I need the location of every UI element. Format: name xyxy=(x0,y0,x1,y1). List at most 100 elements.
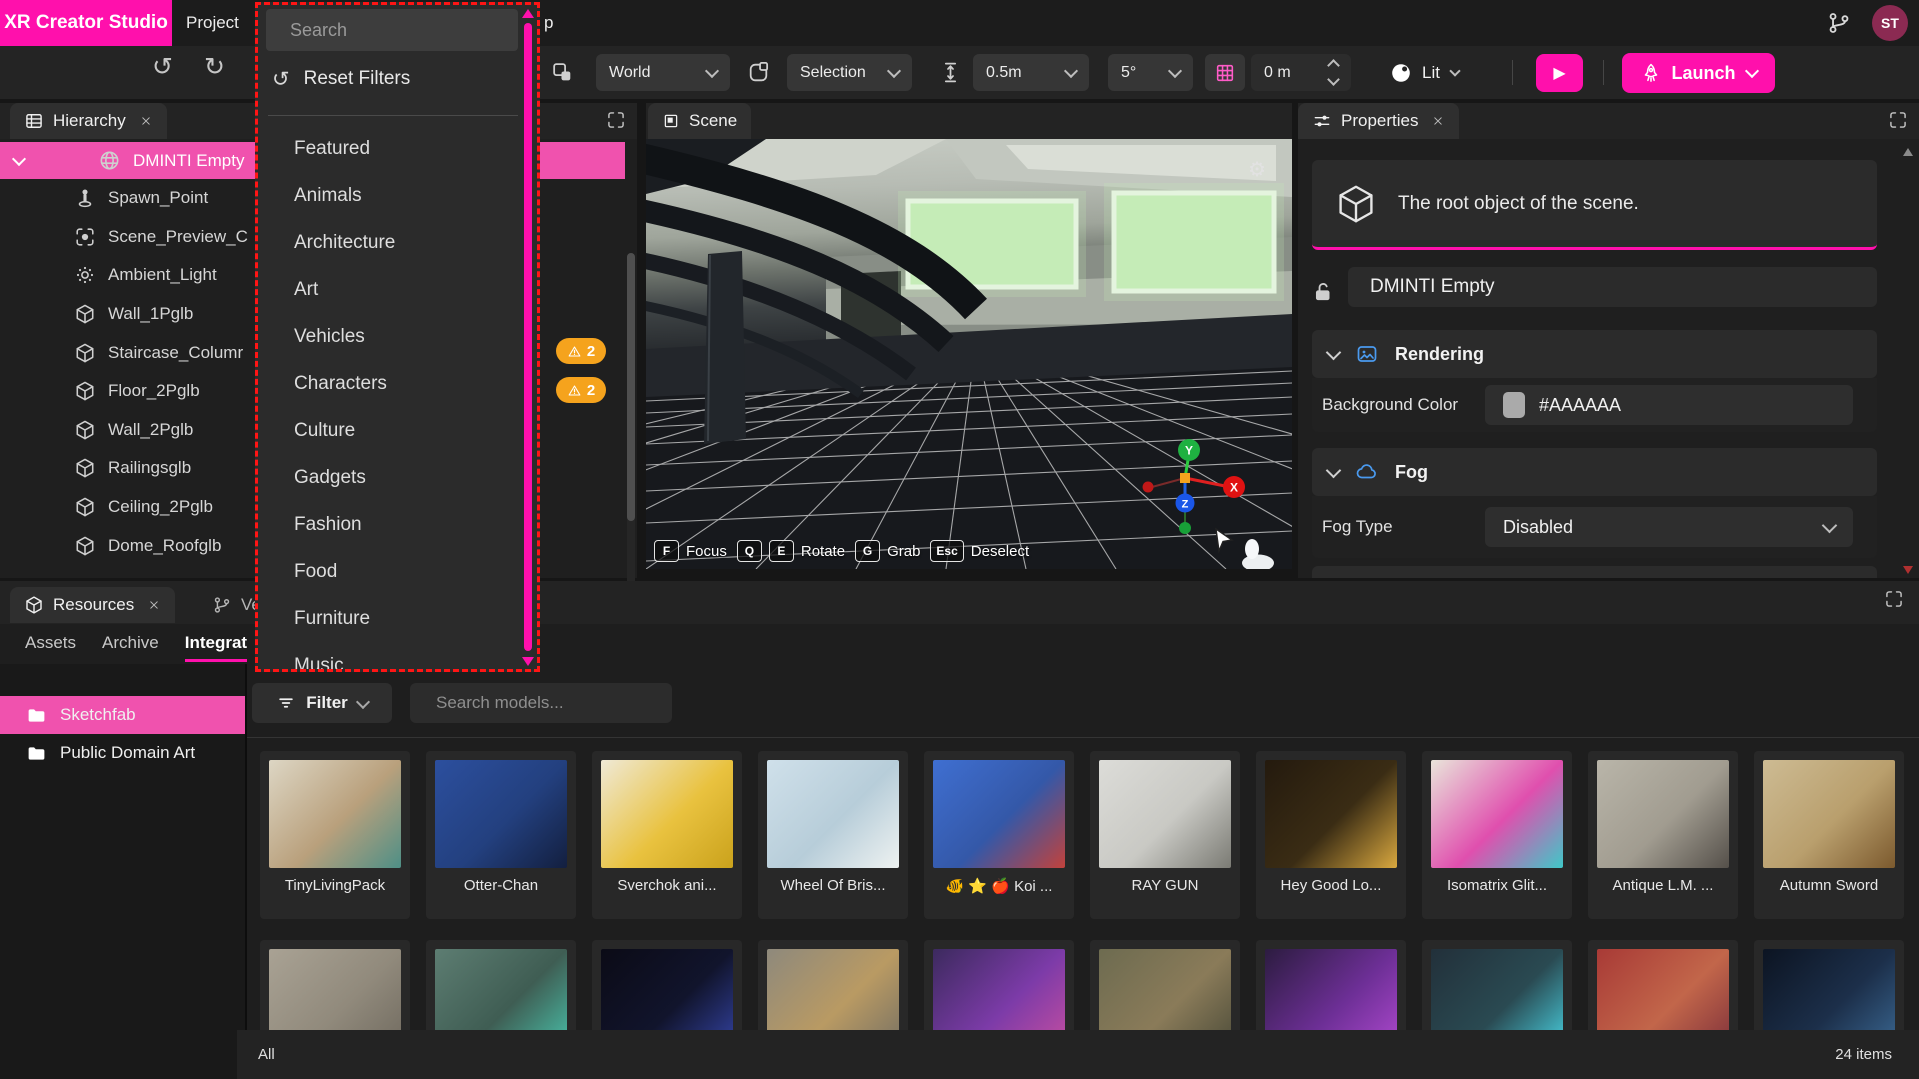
model-card[interactable]: RAY GUN xyxy=(1090,751,1240,919)
resources-subtab[interactable]: Archive xyxy=(102,633,159,662)
grid-height-stepper[interactable]: 0 m xyxy=(1251,54,1351,91)
model-card[interactable] xyxy=(758,940,908,1030)
section-fog[interactable]: Fog xyxy=(1312,448,1877,496)
resources-subtab[interactable]: Integrat xyxy=(185,633,247,662)
transform-space-dropdown[interactable]: World xyxy=(596,54,730,91)
move-snap-dropdown[interactable]: 0.5m xyxy=(973,54,1089,91)
category-item[interactable]: Furniture xyxy=(294,595,395,642)
category-search[interactable] xyxy=(266,9,518,51)
fullscreen-icon[interactable] xyxy=(1884,589,1904,609)
next-section-partial xyxy=(1312,566,1877,578)
model-card[interactable]: Autumn Sword xyxy=(1754,751,1904,919)
tab-scene[interactable]: Scene xyxy=(648,103,751,139)
tab-resources[interactable]: Resources xyxy=(10,587,175,623)
chevron-down-icon[interactable] xyxy=(12,151,26,165)
model-card[interactable] xyxy=(426,940,576,1030)
shortcut-hint: QERotate xyxy=(737,540,845,562)
filter-button[interactable]: Filter xyxy=(252,683,392,723)
category-item[interactable]: Animals xyxy=(294,172,395,219)
launch-button[interactable]: Launch xyxy=(1622,53,1775,93)
menu-project[interactable]: Project xyxy=(186,0,239,46)
scrollbar-down-arrow[interactable] xyxy=(522,657,534,666)
undo-button[interactable]: ↺ xyxy=(152,55,173,80)
fullscreen-icon[interactable] xyxy=(606,110,626,130)
background-color-field[interactable]: #AAAAAA xyxy=(1485,385,1853,425)
category-item[interactable]: Architecture xyxy=(294,219,395,266)
version-branch-icon[interactable] xyxy=(1826,10,1852,36)
model-card[interactable]: Isomatrix Glit... xyxy=(1422,751,1572,919)
lit-sphere-icon xyxy=(1389,61,1413,85)
reset-filters-button[interactable]: ↺ Reset Filters xyxy=(272,61,410,97)
stepper-arrows[interactable] xyxy=(1329,61,1338,84)
category-item[interactable]: Fashion xyxy=(294,501,395,548)
model-card[interactable]: Wheel Of Bris... xyxy=(758,751,908,919)
menu-item-partial[interactable]: p xyxy=(544,0,553,46)
filter-scope-label[interactable]: All xyxy=(258,1030,275,1079)
gizmo-center-handle[interactable] xyxy=(1180,473,1190,483)
model-card[interactable]: Sverchok ani... xyxy=(592,751,742,919)
category-item[interactable]: Gadgets xyxy=(294,454,395,501)
category-item[interactable]: Vehicles xyxy=(294,313,395,360)
category-search-input[interactable] xyxy=(288,19,524,42)
section-rendering[interactable]: Rendering xyxy=(1312,330,1877,378)
category-item[interactable]: Culture xyxy=(294,407,395,454)
close-icon[interactable] xyxy=(139,114,153,128)
viewport-settings-gear-icon[interactable]: ⚙ xyxy=(1248,157,1266,182)
shading-mode-dropdown[interactable]: Lit xyxy=(1389,54,1459,91)
pivot-mode-icon[interactable] xyxy=(550,60,575,85)
gizmo-x-neg-handle[interactable] xyxy=(1143,482,1154,493)
drop-height-icon[interactable] xyxy=(938,60,963,85)
model-card[interactable] xyxy=(1754,940,1904,1030)
category-item[interactable]: Music xyxy=(294,642,395,672)
model-card[interactable] xyxy=(260,940,410,1030)
category-item[interactable]: Art xyxy=(294,266,395,313)
folder-label: Sketchfab xyxy=(60,705,136,725)
model-card[interactable]: Antique L.M. ... xyxy=(1588,751,1738,919)
play-button[interactable]: ▶ xyxy=(1536,54,1583,92)
scrollbar-up-arrow[interactable] xyxy=(522,9,534,18)
fullscreen-icon[interactable] xyxy=(1888,110,1908,130)
avatar[interactable]: ST xyxy=(1872,5,1908,41)
model-card[interactable]: Hey Good Lo... xyxy=(1256,751,1406,919)
scrollbar-down-arrow[interactable] xyxy=(1903,566,1913,574)
model-card[interactable] xyxy=(1588,940,1738,1030)
category-item[interactable]: Characters xyxy=(294,360,395,407)
grid-toggle-button[interactable] xyxy=(1205,54,1245,91)
warning-badge[interactable]: 2 xyxy=(556,377,606,403)
rotate-snap-dropdown[interactable]: 5° xyxy=(1108,54,1193,91)
model-card[interactable] xyxy=(592,940,742,1030)
tab-properties[interactable]: Properties xyxy=(1298,103,1459,139)
unlock-icon[interactable] xyxy=(1310,279,1336,305)
warning-badge[interactable]: 2 xyxy=(556,338,606,364)
model-card[interactable]: Otter-Chan xyxy=(426,751,576,919)
category-item-label: Culture xyxy=(294,420,355,442)
selection-mode-dropdown[interactable]: Selection xyxy=(787,54,912,91)
redo-button[interactable]: ↻ xyxy=(204,55,225,80)
model-card[interactable] xyxy=(1256,940,1406,1030)
models-search[interactable] xyxy=(410,683,672,723)
hierarchy-scrollbar-thumb[interactable] xyxy=(627,253,635,521)
close-icon[interactable] xyxy=(147,598,161,612)
category-item[interactable]: Featured xyxy=(294,125,395,172)
scrollbar-up-arrow[interactable] xyxy=(1903,148,1913,156)
resources-subtab[interactable]: Assets xyxy=(25,633,76,662)
fog-type-dropdown[interactable]: Disabled xyxy=(1485,507,1853,547)
object-name-field[interactable]: DMINTI Empty xyxy=(1348,267,1877,307)
gizmo-y-neg-handle[interactable] xyxy=(1179,522,1191,534)
folder-item[interactable]: Sketchfab xyxy=(0,696,245,734)
close-icon[interactable] xyxy=(1431,114,1445,128)
model-card[interactable]: TinyLivingPack xyxy=(260,751,410,919)
scene-viewport[interactable]: ⚙ Y X Z FFocus QERotate GGrab EscDeselec… xyxy=(646,139,1292,569)
models-search-input[interactable] xyxy=(434,692,659,714)
model-card[interactable] xyxy=(924,940,1074,1030)
color-swatch[interactable] xyxy=(1503,392,1525,418)
bounding-box-icon[interactable] xyxy=(746,60,771,85)
category-item[interactable]: Food xyxy=(294,548,395,595)
app-title[interactable]: XR Creator Studio xyxy=(0,0,172,46)
model-card[interactable] xyxy=(1090,940,1240,1030)
dropdown-scrollbar[interactable] xyxy=(524,23,532,651)
model-card[interactable]: 🐠 ⭐ 🍎 Koi ... xyxy=(924,751,1074,919)
tab-hierarchy[interactable]: Hierarchy xyxy=(10,103,167,139)
folder-item[interactable]: Public Domain Art xyxy=(0,734,245,772)
model-card[interactable] xyxy=(1422,940,1572,1030)
